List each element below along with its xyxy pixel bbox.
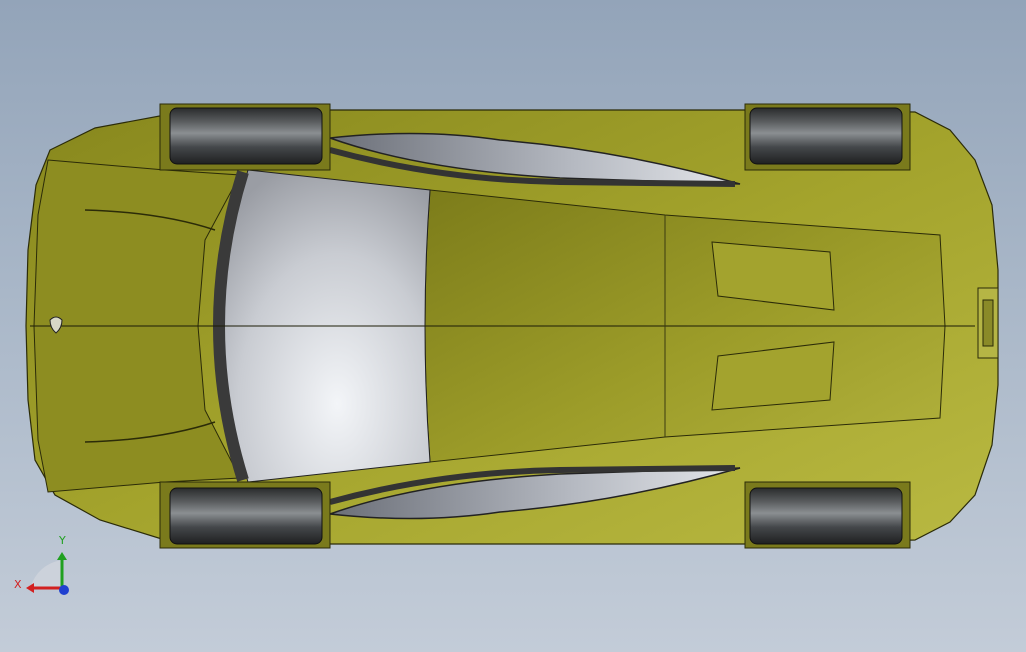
tire-front-right xyxy=(169,487,323,545)
z-axis-dot xyxy=(59,585,69,595)
coordinate-triad: X Y xyxy=(14,534,69,595)
rear-exhaust xyxy=(982,299,994,347)
x-axis-head xyxy=(26,583,34,593)
x-axis-label: X xyxy=(14,578,22,591)
triad-plane xyxy=(30,560,62,588)
tire-front-left xyxy=(169,107,323,165)
y-axis-label: Y xyxy=(58,534,66,547)
tire-rear-left xyxy=(749,107,903,165)
car-model-top-view[interactable] xyxy=(0,0,1026,652)
graphics-viewport[interactable]: X Y xyxy=(0,0,1026,652)
tire-rear-right xyxy=(749,487,903,545)
y-axis-head xyxy=(57,552,67,560)
